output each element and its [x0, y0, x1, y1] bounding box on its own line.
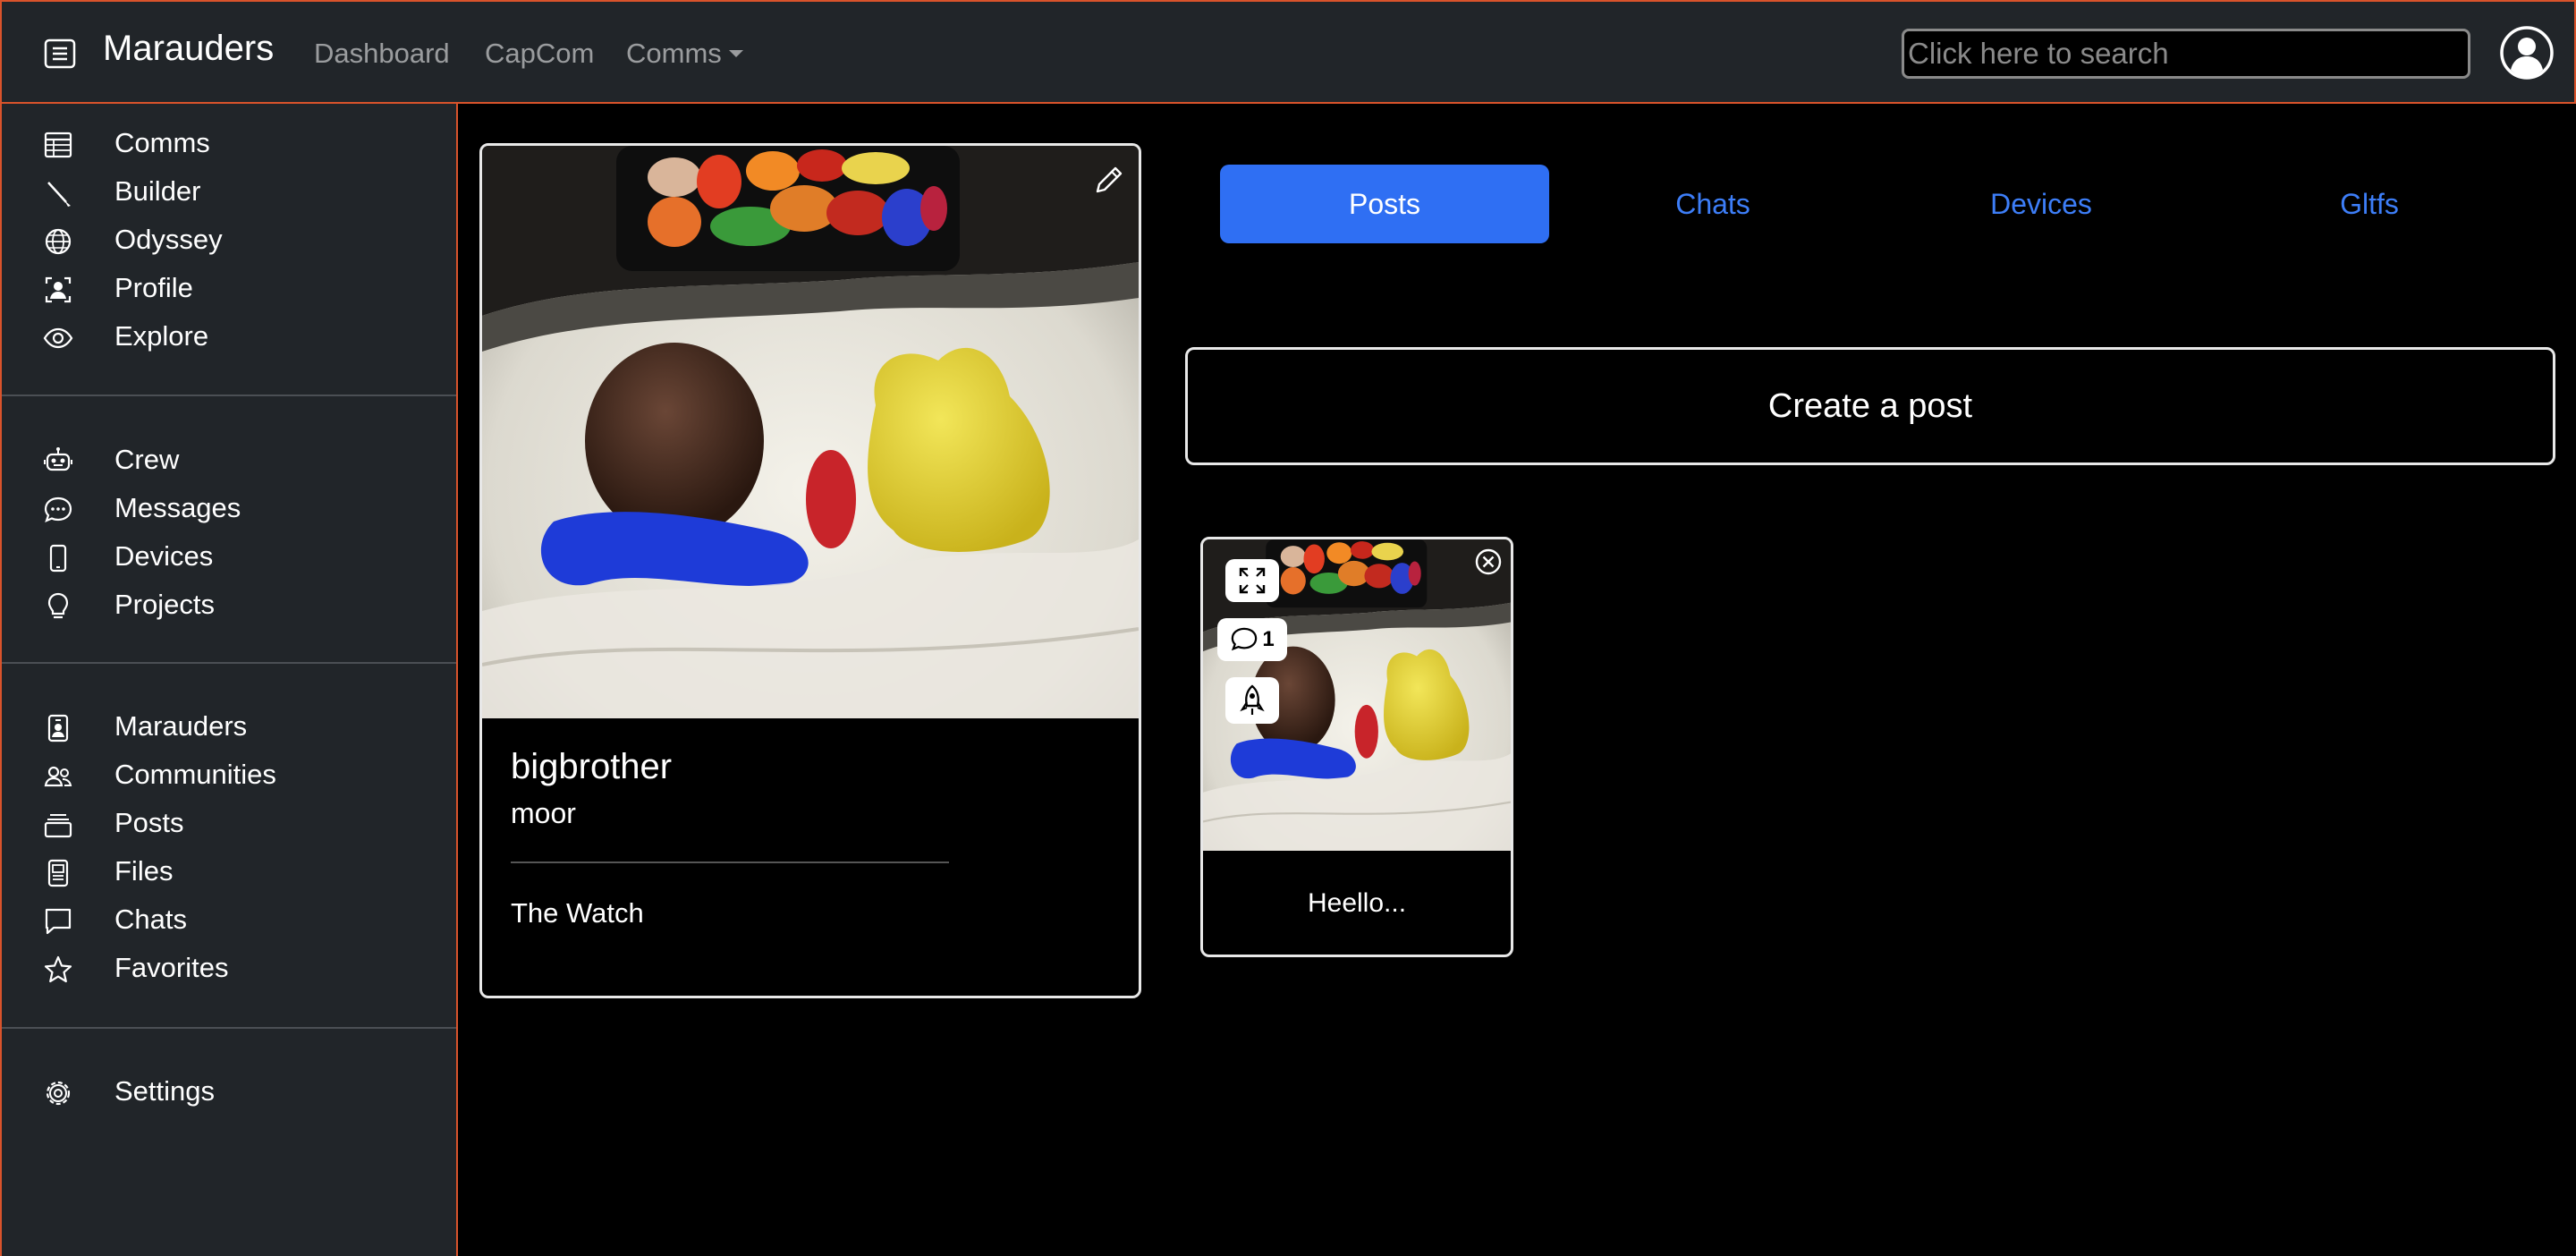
sidebar-item-files[interactable]: Files [2, 850, 456, 895]
person-badge-icon [47, 714, 69, 743]
sidebar-divider [2, 395, 456, 396]
profile-card: bigbrother moor The Watch [479, 143, 1141, 998]
close-circle-icon[interactable] [1473, 547, 1504, 577]
people-icon [44, 766, 72, 787]
sidebar-item-comms[interactable]: Comms [2, 122, 456, 166]
sidebar-item-label: Odyssey [114, 224, 223, 255]
comment-count: 1 [1262, 627, 1275, 651]
sidebar-item-marauders[interactable]: Marauders [2, 705, 456, 750]
rocket-icon [1240, 684, 1265, 715]
robot-icon [44, 447, 72, 471]
tab-gltfs[interactable]: Gltfs [2205, 165, 2534, 243]
file-icon [47, 859, 69, 887]
profile-community[interactable]: The Watch [511, 897, 644, 929]
sidebar-item-crew[interactable]: Crew [2, 438, 456, 483]
post-caption: Heello... [1307, 888, 1407, 918]
brand-title[interactable]: Marauders [103, 29, 274, 69]
sidebar-item-label: Files [114, 855, 174, 887]
lightbulb-icon [47, 592, 69, 619]
nav-dropdown-comms[interactable]: Comms [626, 38, 743, 70]
sidebar-item-explore[interactable]: Explore [2, 315, 456, 360]
sidebar-item-odyssey[interactable]: Odyssey [2, 218, 456, 263]
chat-square-icon [45, 908, 72, 935]
sidebar-divider [2, 1027, 456, 1029]
nav-link-capcom[interactable]: CapCom [485, 38, 594, 70]
menu-toggle-icon[interactable] [43, 38, 77, 70]
post-card[interactable]: 1 Heello... [1200, 537, 1513, 957]
star-icon [44, 955, 72, 983]
profile-divider [511, 861, 949, 863]
globe-icon [45, 228, 72, 255]
brush-icon [47, 182, 71, 207]
sidebar-item-posts[interactable]: Posts [2, 802, 456, 846]
caret-down-icon [728, 50, 743, 57]
sidebar-item-label: Marauders [114, 710, 248, 742]
chat-icon [1232, 627, 1258, 651]
sidebar-item-label: Favorites [114, 952, 229, 983]
launch-button[interactable] [1225, 677, 1279, 724]
sidebar-item-label: Communities [114, 759, 276, 790]
phone-icon [49, 544, 67, 573]
fullscreen-icon [1239, 567, 1266, 594]
sidebar-item-favorites[interactable]: Favorites [2, 946, 456, 991]
nav-dropdown-comms-label: Comms [626, 38, 722, 69]
profile-handle: moor [511, 797, 576, 829]
sidebar-item-projects[interactable]: Projects [2, 583, 456, 628]
profile-name: bigbrother [511, 747, 673, 786]
eye-icon [43, 327, 73, 349]
sidebar-item-chats[interactable]: Chats [2, 898, 456, 943]
sidebar-item-label: Profile [114, 272, 193, 303]
sidebar-item-label: Comms [114, 127, 210, 158]
tab-devices[interactable]: Devices [1877, 165, 2206, 243]
person-bounding-box-icon [45, 276, 72, 303]
pencil-icon[interactable] [1093, 164, 1125, 196]
table-icon [44, 132, 72, 158]
top-navbar: Marauders Dashboard CapCom Comms [0, 0, 2576, 104]
sidebar-item-label: Projects [114, 589, 215, 620]
sidebar-item-communities[interactable]: Communities [2, 753, 456, 798]
sidebar-item-messages[interactable]: Messages [2, 487, 456, 531]
sidebar-item-label: Crew [114, 444, 180, 475]
sidebar-item-label: Chats [114, 904, 187, 935]
comments-button[interactable]: 1 [1217, 618, 1287, 661]
search-input[interactable] [1902, 29, 2470, 79]
sidebar-divider [2, 662, 456, 664]
sidebar-item-label: Devices [114, 540, 214, 572]
sidebar-item-label: Messages [114, 492, 242, 523]
sidebar-item-label: Settings [114, 1075, 216, 1107]
sidebar-item-label: Posts [114, 807, 184, 838]
sidebar-item-label: Explore [114, 320, 209, 352]
sidebar-item-settings[interactable]: Settings [2, 1070, 456, 1115]
sidebar-item-devices[interactable]: Devices [2, 535, 456, 580]
tab-posts[interactable]: Posts [1220, 165, 1549, 243]
user-avatar-icon[interactable] [2499, 25, 2555, 81]
sidebar-item-label: Builder [114, 175, 201, 207]
tab-chats[interactable]: Chats [1548, 165, 1877, 243]
collection-icon [44, 814, 72, 838]
sidebar-item-builder[interactable]: Builder [2, 170, 456, 215]
sidebar: Comms Builder Odyssey Profile Explore Cr… [0, 104, 458, 1256]
sidebar-item-profile[interactable]: Profile [2, 267, 456, 311]
profile-photo [482, 146, 1139, 718]
expand-button[interactable] [1225, 559, 1279, 602]
nav-link-dashboard[interactable]: Dashboard [314, 38, 450, 70]
create-post-button[interactable]: Create a post [1185, 347, 2555, 465]
gear-icon [46, 1081, 71, 1106]
chat-dots-icon [44, 496, 72, 522]
